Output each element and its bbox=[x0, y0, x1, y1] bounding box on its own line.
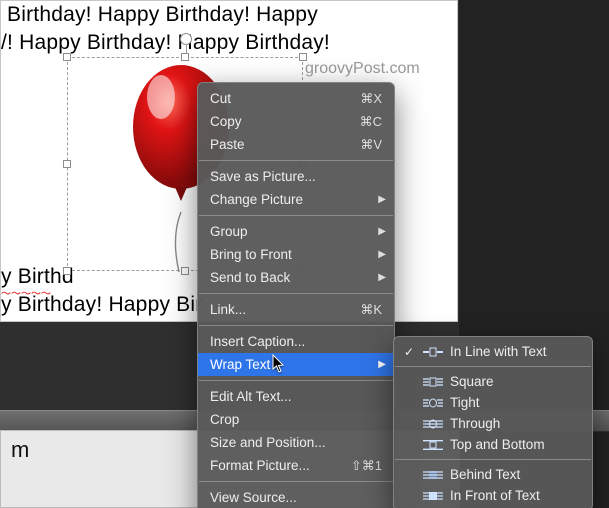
menu-copy-label: Copy bbox=[210, 114, 352, 129]
resize-handle-bm[interactable] bbox=[181, 267, 189, 275]
wrap-tight-icon bbox=[422, 397, 444, 409]
menu-insert-caption-label: Insert Caption... bbox=[210, 334, 382, 349]
menu-save-as-picture-label: Save as Picture... bbox=[210, 169, 382, 184]
footer-letter: m bbox=[11, 437, 29, 462]
resize-handle-ml[interactable] bbox=[63, 160, 71, 168]
wrap-tight-label: Tight bbox=[450, 395, 582, 410]
wrap-front-label: In Front of Text bbox=[450, 488, 582, 503]
menu-link-keys: ⌘K bbox=[352, 302, 382, 318]
menu-send-to-back[interactable]: Send to Back ▶ bbox=[198, 266, 394, 289]
resize-handle-tm[interactable] bbox=[181, 53, 189, 61]
submenu-arrow-icon: ▶ bbox=[378, 226, 386, 237]
menu-group-label: Group bbox=[210, 224, 382, 239]
wrap-text-submenu: ✓ In Line with Text Square Tight bbox=[393, 336, 593, 508]
submenu-arrow-icon: ▶ bbox=[378, 249, 386, 260]
menu-save-as-picture[interactable]: Save as Picture... bbox=[198, 165, 394, 188]
wrap-front[interactable]: In Front of Text bbox=[394, 485, 592, 506]
wrap-through[interactable]: Through bbox=[394, 413, 592, 434]
submenu-arrow-icon: ▶ bbox=[378, 272, 386, 283]
wrap-inline-label: In Line with Text bbox=[450, 344, 582, 359]
menu-size-position[interactable]: Size and Position... bbox=[198, 431, 394, 454]
menu-copy-keys: ⌘C bbox=[352, 114, 382, 130]
wrap-top-bottom-label: Top and Bottom bbox=[450, 437, 582, 452]
menu-wrap-text-label: Wrap Text bbox=[210, 357, 382, 372]
menu-crop-label: Crop bbox=[210, 412, 382, 427]
watermark-text: groovyPost.com bbox=[305, 60, 420, 78]
menu-group[interactable]: Group ▶ bbox=[198, 220, 394, 243]
menu-copy[interactable]: Copy ⌘C bbox=[198, 110, 394, 133]
menu-bring-to-front[interactable]: Bring to Front ▶ bbox=[198, 243, 394, 266]
wrap-inline[interactable]: ✓ In Line with Text bbox=[394, 341, 592, 362]
submenu-arrow-icon: ▶ bbox=[378, 194, 386, 205]
menu-change-picture[interactable]: Change Picture ▶ bbox=[198, 188, 394, 211]
menu-view-source-label: View Source... bbox=[210, 490, 382, 505]
wrap-square[interactable]: Square bbox=[394, 371, 592, 392]
menu-format-picture-keys: ⇧⌘1 bbox=[351, 458, 382, 474]
menu-paste[interactable]: Paste ⌘V bbox=[198, 133, 394, 156]
wrap-inline-icon bbox=[422, 346, 444, 358]
menu-paste-keys: ⌘V bbox=[352, 137, 382, 153]
menu-link-label: Link... bbox=[210, 302, 352, 317]
menu-view-source[interactable]: View Source... bbox=[198, 486, 394, 508]
menu-paste-label: Paste bbox=[210, 137, 352, 152]
wrap-behind-label: Behind Text bbox=[450, 467, 582, 482]
submenu-arrow-icon: ▶ bbox=[378, 359, 386, 370]
wrap-top-bottom-icon bbox=[422, 439, 444, 451]
menu-bring-to-front-label: Bring to Front bbox=[210, 247, 382, 262]
wrap-behind[interactable]: Behind Text bbox=[394, 464, 592, 485]
menu-format-picture-label: Format Picture... bbox=[210, 458, 351, 473]
menu-edit-alt-text[interactable]: Edit Alt Text... bbox=[198, 385, 394, 408]
menu-insert-caption[interactable]: Insert Caption... bbox=[198, 330, 394, 353]
menu-format-picture[interactable]: Format Picture... ⇧⌘1 bbox=[198, 454, 394, 477]
wrap-square-icon bbox=[422, 376, 444, 388]
resize-handle-bl[interactable] bbox=[63, 267, 71, 275]
wrap-behind-icon bbox=[422, 469, 444, 481]
menu-size-position-label: Size and Position... bbox=[210, 435, 382, 450]
menu-cut[interactable]: Cut ⌘X bbox=[198, 87, 394, 110]
menu-change-picture-label: Change Picture bbox=[210, 192, 382, 207]
rotate-handle[interactable] bbox=[180, 33, 192, 45]
check-icon: ✓ bbox=[402, 345, 416, 359]
menu-link[interactable]: Link... ⌘K bbox=[198, 298, 394, 321]
menu-send-to-back-label: Send to Back bbox=[210, 270, 382, 285]
wrap-square-label: Square bbox=[450, 374, 582, 389]
menu-crop[interactable]: Crop bbox=[198, 408, 394, 431]
menu-edit-alt-text-label: Edit Alt Text... bbox=[210, 389, 382, 404]
screenshot-stage: m Birthday! Happy Birthday! Happy /! Hap… bbox=[0, 0, 609, 508]
menu-cut-keys: ⌘X bbox=[352, 91, 382, 107]
context-menu: Cut ⌘X Copy ⌘C Paste ⌘V Save as Picture.… bbox=[197, 82, 395, 508]
wrap-front-icon bbox=[422, 490, 444, 502]
resize-handle-tl[interactable] bbox=[63, 53, 71, 61]
spelling-underline: ～～～～～ bbox=[1, 285, 51, 300]
menu-cut-label: Cut bbox=[210, 91, 352, 106]
wrap-top-bottom[interactable]: Top and Bottom bbox=[394, 434, 592, 455]
wrap-through-icon bbox=[422, 418, 444, 430]
menu-wrap-text[interactable]: Wrap Text ▶ bbox=[198, 353, 394, 376]
wrap-tight[interactable]: Tight bbox=[394, 392, 592, 413]
document-text-top: Birthday! Happy Birthday! Happy /! Happy… bbox=[1, 1, 330, 57]
wrap-through-label: Through bbox=[450, 416, 582, 431]
